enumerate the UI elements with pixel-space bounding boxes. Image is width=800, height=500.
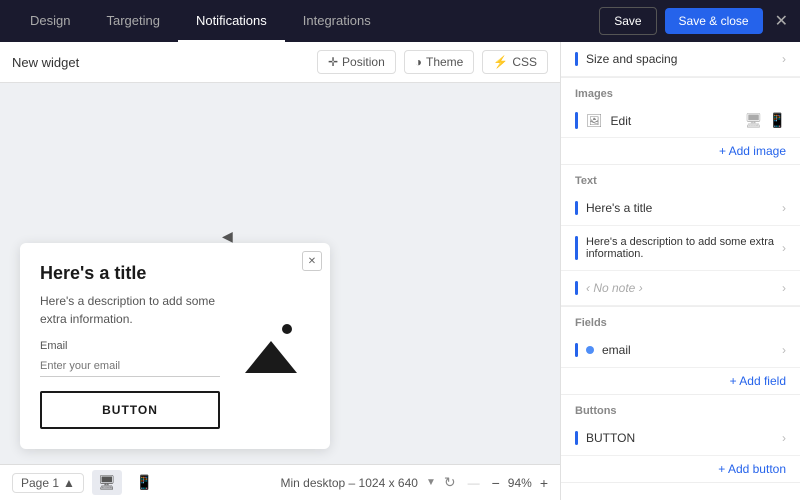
mobile-icon-small[interactable]: 📱	[769, 112, 786, 129]
chevron-right-icon: ›	[782, 343, 786, 357]
css-button[interactable]: ⚡ CSS	[482, 50, 548, 74]
widget-card: ✕ Here's a title Here's a description to…	[20, 243, 330, 449]
button-row[interactable]: BUTTON ›	[561, 421, 800, 456]
text-section-title: Text	[561, 165, 800, 191]
title-text-row[interactable]: Here's a title ›	[561, 191, 800, 226]
chevron-right-icon: ›	[782, 281, 786, 295]
buttons-section: Buttons BUTTON › + Add button	[561, 395, 800, 483]
blue-indicator	[575, 201, 578, 215]
chevron-up-icon: ▲	[63, 476, 75, 490]
blue-indicator	[575, 431, 578, 445]
chevron-right-icon: ›	[782, 201, 786, 215]
blue-indicator	[575, 236, 578, 260]
no-note-row[interactable]: ‹ No note › ›	[561, 271, 800, 306]
refresh-icon[interactable]: ↻	[444, 474, 456, 491]
widget-image-area	[230, 263, 310, 429]
page-button[interactable]: Page 1 ▲	[12, 473, 84, 493]
mobile-icon[interactable]: 📱	[130, 470, 159, 495]
tab-targeting[interactable]: Targeting	[88, 0, 177, 42]
theme-icon: ◑	[415, 55, 422, 69]
size-spacing-row[interactable]: Size and spacing ›	[561, 42, 800, 77]
image-icon: 🖼	[586, 113, 603, 129]
zoom-out-button[interactable]: −	[492, 475, 500, 491]
fields-section-title: Fields	[561, 307, 800, 333]
zoom-in-button[interactable]: +	[540, 475, 548, 491]
blue-indicator	[575, 343, 578, 357]
buttons-section-title: Buttons	[561, 395, 800, 421]
css-icon: ⚡	[493, 55, 508, 69]
widget-button[interactable]: BUTTON	[40, 391, 220, 429]
tab-integrations[interactable]: Integrations	[285, 0, 389, 42]
widget-email-label: Email	[40, 340, 220, 352]
widget-email-input[interactable]	[40, 356, 220, 377]
save-button[interactable]: Save	[599, 7, 656, 35]
blue-indicator	[575, 281, 578, 295]
save-close-button[interactable]: Save & close	[665, 8, 763, 34]
fields-section: Fields email › + Add field	[561, 307, 800, 395]
add-field-link[interactable]: + Add field	[561, 368, 800, 394]
text-section: Text Here's a title › Here's a descripti…	[561, 165, 800, 307]
widget-title-text: Here's a title	[40, 263, 220, 284]
tab-notifications[interactable]: Notifications	[178, 0, 285, 42]
device-icons: 🖥 📱	[745, 112, 786, 129]
images-edit-row[interactable]: 🖼 Edit 🖥 📱	[561, 104, 800, 138]
desktop-icon-small[interactable]: 🖥	[745, 112, 763, 129]
desktop-icon[interactable]: 🖥	[92, 470, 122, 495]
widget-content: Here's a title Here's a description to a…	[40, 263, 310, 429]
close-icon[interactable]: ✕	[775, 11, 788, 31]
chevron-down-icon[interactable]: ▼	[426, 477, 436, 488]
bottom-bar: Page 1 ▲ 🖥 📱 Min desktop – 1024 x 640 ▼ …	[0, 464, 560, 500]
canvas-toolbar: New widget ✛ Position ◑ Theme ⚡ CSS	[0, 42, 560, 83]
canvas-area: New widget ✛ Position ◑ Theme ⚡ CSS ◀ ✕	[0, 42, 560, 500]
chevron-right-icon: ›	[782, 431, 786, 445]
email-field-row[interactable]: email ›	[561, 333, 800, 368]
zoom-value: 94%	[508, 476, 532, 490]
widget-title: New widget	[12, 55, 309, 70]
size-spacing-section: Size and spacing ›	[561, 42, 800, 78]
add-button-link[interactable]: + Add button	[561, 456, 800, 482]
main-layout: New widget ✛ Position ◑ Theme ⚡ CSS ◀ ✕	[0, 42, 800, 500]
chevron-right-icon: ›	[782, 241, 786, 255]
position-icon: ✛	[328, 55, 338, 69]
right-panel: Size and spacing › Images 🖼 Edit 🖥 📱 + A…	[560, 42, 800, 500]
widget-text-area: Here's a title Here's a description to a…	[40, 263, 220, 429]
add-image-link[interactable]: + Add image	[561, 138, 800, 164]
blue-indicator	[575, 112, 578, 129]
canvas: ◀ ✕ Here's a title Here's a description …	[0, 83, 560, 464]
mountain-image	[235, 321, 305, 381]
top-navigation: Design Targeting Notifications Integrati…	[0, 0, 800, 42]
resolution-label: Min desktop – 1024 x 640	[281, 476, 418, 490]
images-section: Images 🖼 Edit 🖥 📱 + Add image	[561, 78, 800, 165]
chevron-right-icon: ›	[782, 52, 786, 66]
email-dot-icon	[586, 346, 594, 354]
blue-indicator	[575, 52, 578, 66]
theme-button[interactable]: ◑ Theme	[404, 50, 475, 74]
widget-description: Here's a description to add some extra i…	[40, 292, 220, 328]
widget-close-button[interactable]: ✕	[302, 251, 322, 271]
description-text-row[interactable]: Here's a description to add some extra i…	[561, 226, 800, 271]
tab-design[interactable]: Design	[12, 0, 88, 42]
images-title: Images	[561, 78, 800, 104]
position-button[interactable]: ✛ Position	[317, 50, 396, 74]
